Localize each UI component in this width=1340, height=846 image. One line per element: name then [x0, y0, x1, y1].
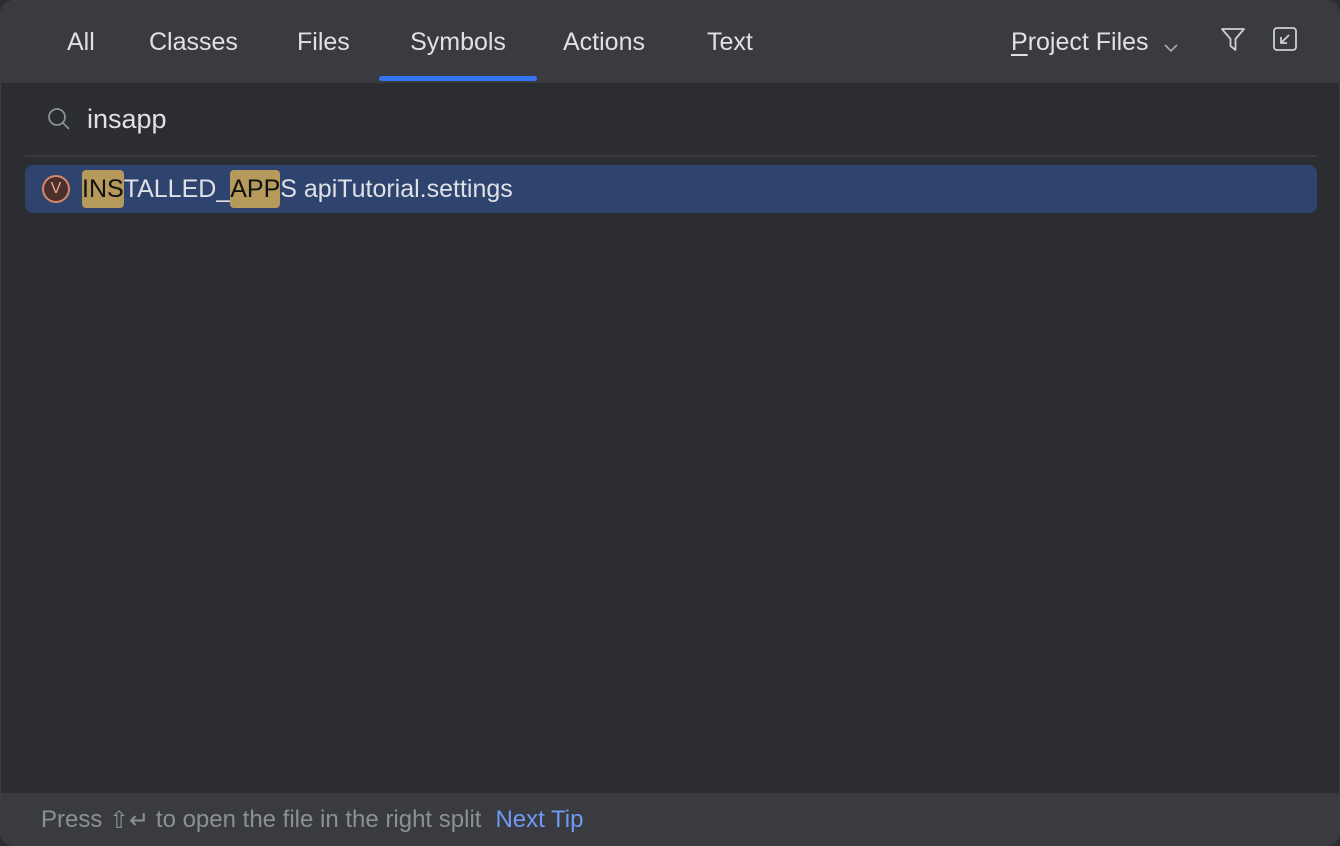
tab-actions[interactable]: Actions — [563, 1, 645, 83]
result-name: INSTALLED_APPS — [82, 169, 297, 208]
tab-text-label: Text — [707, 27, 753, 56]
tip-text: to open the file in the right split — [149, 806, 482, 833]
tab-all-label: All — [67, 27, 95, 56]
search-bar — [1, 83, 1339, 155]
chevron-down-icon — [1163, 34, 1179, 53]
tip-footer: Press ⇧↵ to open the file in the right s… — [1, 793, 1339, 845]
result-name-part: S — [280, 174, 297, 203]
results-list: V INSTALLED_APPS apiTutorial.settings — [25, 165, 1317, 213]
next-tip-link[interactable]: Next Tip — [495, 806, 583, 834]
tab-symbols[interactable]: Symbols — [379, 1, 537, 83]
tab-active-indicator — [379, 76, 537, 81]
result-location: apiTutorial.settings — [296, 174, 513, 203]
filter-button[interactable] — [1217, 25, 1249, 57]
scope-label: roject Files — [1027, 27, 1149, 56]
search-input[interactable] — [87, 97, 1287, 141]
filter-icon — [1219, 25, 1247, 58]
scope-mnemonic: P — [1011, 27, 1028, 56]
scope-dropdown[interactable]: Project Files — [1011, 1, 1179, 83]
open-in-tool-window-icon — [1271, 25, 1299, 58]
tab-files-label: Files — [297, 27, 350, 56]
divider — [25, 155, 1317, 157]
variable-icon-letter: V — [50, 180, 62, 197]
open-in-tool-window-button[interactable] — [1269, 25, 1301, 57]
tab-classes[interactable]: Classes — [149, 1, 238, 83]
tab-classes-label: Classes — [149, 27, 238, 56]
search-everywhere-popup: All Classes Files Symbols Actions Text P… — [0, 0, 1340, 846]
result-name-part: TALLED_ — [123, 174, 231, 203]
tip-prefix: Press — [41, 806, 110, 833]
tab-symbols-label: Symbols — [410, 27, 506, 56]
variable-icon: V — [42, 175, 70, 203]
tab-text[interactable]: Text — [707, 1, 753, 83]
tab-actions-label: Actions — [563, 27, 645, 56]
search-icon — [45, 105, 73, 133]
result-item[interactable]: V INSTALLED_APPS apiTutorial.settings — [25, 165, 1317, 213]
tab-files[interactable]: Files — [297, 1, 350, 83]
match-highlight: APP — [230, 169, 281, 208]
shortcut-keys: ⇧↵ — [109, 806, 150, 834]
match-highlight: INS — [82, 169, 124, 208]
tab-bar: All Classes Files Symbols Actions Text P… — [1, 1, 1339, 83]
tab-all[interactable]: All — [67, 1, 95, 83]
